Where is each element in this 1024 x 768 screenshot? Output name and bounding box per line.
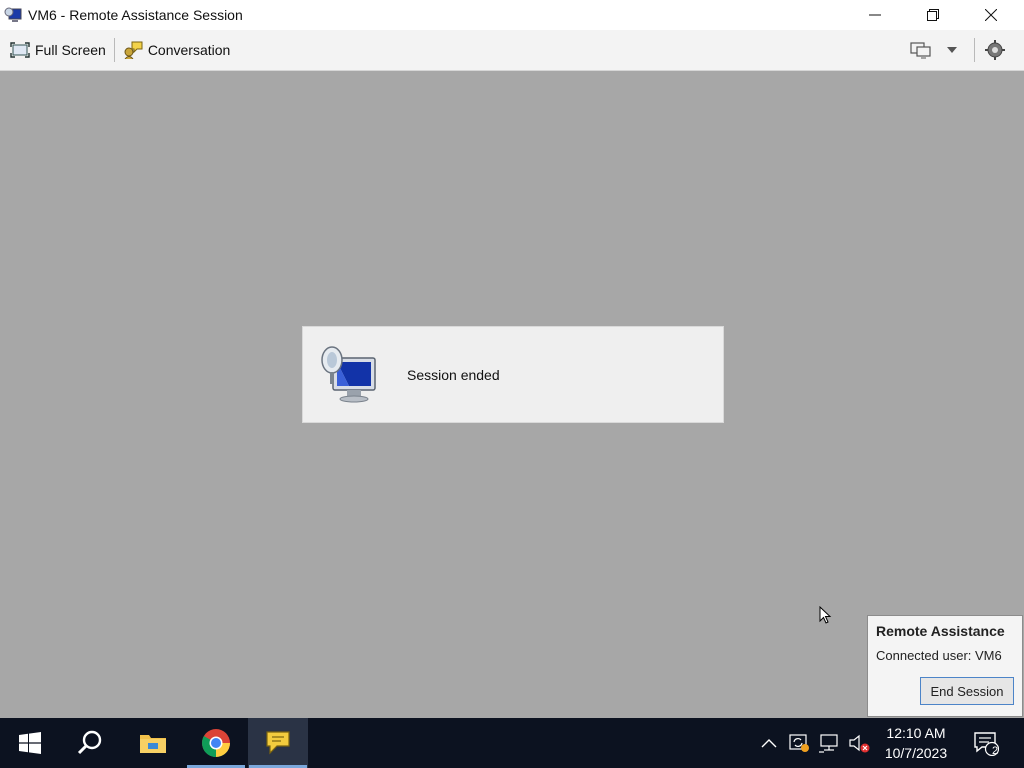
remote-assistance-icon <box>4 7 22 22</box>
full-screen-label: Full Screen <box>35 42 106 58</box>
display-dropdown[interactable] <box>941 34 968 66</box>
window-title-bar[interactable]: VM6 - Remote Assistance Session <box>0 0 1024 30</box>
action-center-button[interactable]: 2 <box>962 718 1010 768</box>
chrome-icon <box>202 729 230 757</box>
taskbar-chrome[interactable] <box>186 718 246 768</box>
session-ended-message: Session ended <box>407 366 500 383</box>
volume-muted-icon <box>849 734 870 753</box>
taskbar-file-explorer[interactable] <box>123 718 183 768</box>
settings-button[interactable] <box>981 34 1024 66</box>
minimize-button[interactable] <box>846 0 904 30</box>
clock-time: 12:10 AM <box>886 725 946 741</box>
network-tray-button[interactable] <box>816 718 842 768</box>
display-button[interactable] <box>906 34 941 66</box>
remote-assistance-title: Remote Assistance <box>876 623 1005 639</box>
settings-icon <box>985 40 1005 60</box>
remote-assistance-panel: Remote Assistance Connected user: VM6 En… <box>867 615 1023 717</box>
restore-button[interactable] <box>904 0 962 30</box>
file-explorer-icon <box>140 735 166 753</box>
toolbar-separator-right <box>974 38 975 62</box>
window-title: VM6 - Remote Assistance Session <box>28 7 243 23</box>
toolbar-right <box>906 30 1024 70</box>
sync-icon <box>789 734 809 752</box>
close-button[interactable] <box>962 0 1020 30</box>
toolbar: Full Screen Conversation <box>0 30 1024 71</box>
taskbar-remote-assistance[interactable] <box>248 718 308 768</box>
close-icon <box>985 9 997 21</box>
session-ended-dialog: Session ended <box>302 326 724 423</box>
remote-assistance-chat-icon <box>266 731 290 755</box>
minimize-icon <box>869 14 881 16</box>
volume-tray-button[interactable] <box>846 718 872 768</box>
full-screen-button[interactable]: Full Screen <box>4 34 112 66</box>
toolbar-separator <box>113 38 115 62</box>
chevron-down-icon <box>947 47 957 53</box>
notification-count: 2 <box>991 745 999 757</box>
taskbar: 12:10 AM 10/7/2023 2 <box>0 718 1024 768</box>
connected-user-label: Connected user: VM6 <box>876 648 1002 663</box>
sync-tray-button[interactable] <box>786 718 812 768</box>
clock-date: 10/7/2023 <box>884 745 948 761</box>
restore-icon <box>927 9 939 21</box>
search-icon <box>77 730 102 755</box>
taskbar-clock[interactable]: 12:10 AM 10/7/2023 <box>872 718 960 768</box>
conversation-label: Conversation <box>147 42 231 58</box>
network-icon <box>819 734 838 753</box>
search-button[interactable] <box>60 718 120 768</box>
start-button[interactable] <box>0 718 60 768</box>
display-icon <box>910 42 931 59</box>
start-icon <box>19 732 41 754</box>
show-hidden-icons-button[interactable] <box>756 718 782 768</box>
end-session-button[interactable]: End Session <box>920 677 1014 705</box>
chevron-up-icon <box>761 739 777 748</box>
conversation-icon <box>124 41 143 59</box>
conversation-button[interactable]: Conversation <box>117 34 237 66</box>
full-screen-icon <box>10 42 30 58</box>
remote-monitor-icon <box>321 345 376 402</box>
mouse-cursor-icon <box>819 606 832 624</box>
